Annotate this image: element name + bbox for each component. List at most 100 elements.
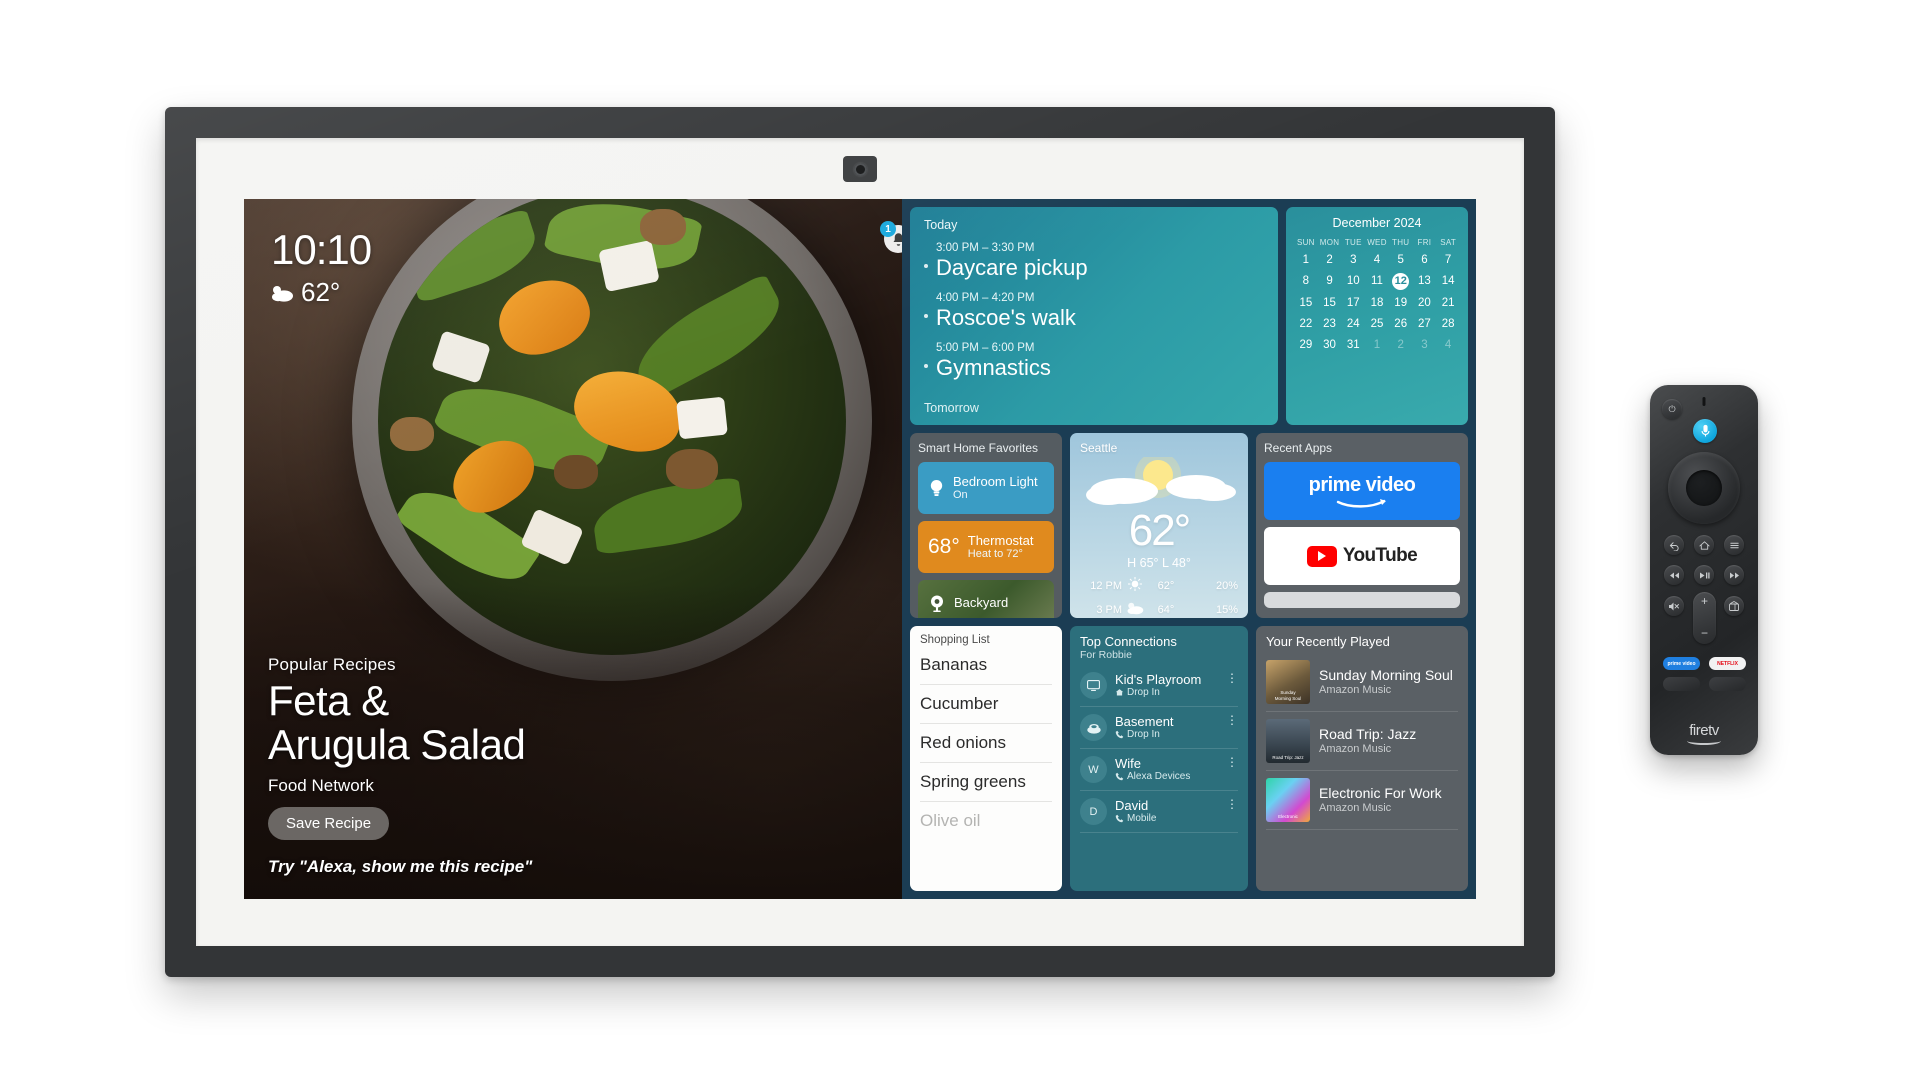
fast-forward-button[interactable] <box>1724 565 1744 585</box>
volume-up-button[interactable]: + <box>1701 594 1708 608</box>
calendar-day[interactable]: 5 <box>1389 252 1413 268</box>
recipe-info: Popular Recipes Feta & Arugula Salad Foo… <box>268 655 878 877</box>
recently-played-row[interactable]: Road Trip: Jazz Road Trip: Jazz Amazon M… <box>1266 712 1458 771</box>
home-button[interactable] <box>1694 535 1714 555</box>
calendar-day[interactable]: 27 <box>1413 316 1437 332</box>
shopping-list-item[interactable]: Bananas <box>920 646 1052 685</box>
connection-row[interactable]: Basement Drop In ⋮ <box>1080 707 1238 749</box>
play-pause-button[interactable] <box>1694 565 1714 585</box>
calendar-day[interactable]: 8 <box>1294 273 1318 290</box>
agenda-widget[interactable]: Today 3:00 PM – 3:30 PM Daycare pickup 4… <box>910 207 1278 425</box>
calendar-day[interactable]: 9 <box>1318 273 1342 290</box>
overflow-menu-icon[interactable]: ⋮ <box>1226 672 1238 684</box>
calendar-widget[interactable]: December 2024 SUN MON TUE WED THU FRI SAT 1 2 3 4 5… <box>1286 207 1468 425</box>
calendar-day[interactable]: 22 <box>1294 316 1318 332</box>
recipe-panel[interactable]: 10:10 62° 1 Popular Recipes Feta & Arugu… <box>244 199 902 899</box>
app-tile-prime-video[interactable]: prime video <box>1264 462 1460 520</box>
calendar-day[interactable]: 3 <box>1413 337 1437 353</box>
calendar-day[interactable]: 1 <box>1365 337 1389 353</box>
weather-widget[interactable]: Seattle 62° H 65° L 48° 12 PM 62° 20% 3 … <box>1070 433 1248 618</box>
agenda-event[interactable]: 3:00 PM – 3:30 PM Daycare pickup <box>924 242 1264 281</box>
volume-down-button[interactable]: − <box>1701 626 1708 640</box>
agenda-event[interactable]: 4:00 PM – 4:20 PM Roscoe's walk <box>924 292 1264 331</box>
dpad-navigation-ring[interactable] <box>1668 452 1740 524</box>
shopping-list-item[interactable]: Red onions <box>920 724 1052 763</box>
calendar-day[interactable]: 19 <box>1389 295 1413 311</box>
recently-played-row[interactable]: Electronic Electronic For Work Amazon Mu… <box>1266 771 1458 830</box>
calendar-day[interactable]: 23 <box>1318 316 1342 332</box>
shopping-list-item[interactable]: Olive oil <box>920 802 1052 840</box>
calendar-day[interactable]: 4 <box>1436 337 1460 353</box>
agenda-event[interactable]: 5:00 PM – 6:00 PM Gymnastics <box>924 342 1264 381</box>
calendar-day[interactable]: 4 <box>1365 252 1389 268</box>
volume-rocker[interactable]: + − <box>1693 592 1716 644</box>
rewind-button[interactable] <box>1664 565 1684 585</box>
calendar-day[interactable]: 7 <box>1436 252 1460 268</box>
shopping-list-widget[interactable]: Shopping List Bananas Cucumber Red onion… <box>910 626 1062 891</box>
calendar-day[interactable]: 6 <box>1413 252 1437 268</box>
calendar-day[interactable]: 1 <box>1294 252 1318 268</box>
calendar-day[interactable]: 3 <box>1341 252 1365 268</box>
smart-home-tile-bedroom-light[interactable]: Bedroom Light On <box>918 462 1054 514</box>
calendar-day[interactable]: 14 <box>1436 273 1460 290</box>
prime-video-shortcut[interactable]: prime video <box>1663 657 1700 670</box>
live-tv-button[interactable] <box>1724 596 1744 616</box>
calendar-day[interactable]: 20 <box>1413 295 1437 311</box>
calendar-day[interactable]: 31 <box>1341 337 1365 353</box>
thermostat-temperature: 68° <box>928 535 960 558</box>
notification-bell-icon[interactable]: 1 <box>880 221 902 253</box>
calendar-day[interactable]: 29 <box>1294 337 1318 353</box>
app-shortcut-blank-2[interactable] <box>1709 677 1746 691</box>
calendar-day[interactable]: 26 <box>1389 316 1413 332</box>
smart-home-widget[interactable]: Smart Home Favorites Bedroom Light On 68… <box>910 433 1062 618</box>
recipe-title: Feta & Arugula Salad <box>268 678 878 769</box>
calendar-day[interactable]: 15 <box>1294 295 1318 311</box>
netflix-shortcut[interactable]: NETFLIX <box>1709 657 1746 670</box>
calendar-dow-label: MON <box>1319 238 1340 247</box>
power-button[interactable]: ⏻ <box>1662 399 1682 419</box>
app-tile-youtube[interactable]: YouTube <box>1264 527 1460 585</box>
contact-initial-avatar: W <box>1080 756 1107 783</box>
top-connections-widget[interactable]: Top Connections For Robbie Kid's Playroo… <box>1070 626 1248 891</box>
voice-button[interactable] <box>1693 419 1717 443</box>
calendar-day[interactable]: 30 <box>1318 337 1342 353</box>
smart-home-tile-backyard-camera[interactable]: Backyard <box>918 580 1054 618</box>
calendar-day[interactable]: 12 <box>1389 273 1413 290</box>
calendar-day[interactable]: 18 <box>1365 295 1389 311</box>
save-recipe-button[interactable]: Save Recipe <box>268 807 390 840</box>
app-tile-partial[interactable] <box>1264 592 1460 608</box>
calendar-day[interactable]: 24 <box>1341 316 1365 332</box>
calendar-day[interactable]: 21 <box>1436 295 1460 311</box>
calendar-day[interactable]: 11 <box>1365 273 1389 290</box>
shopping-list-item[interactable]: Cucumber <box>920 685 1052 724</box>
calendar-day[interactable]: 17 <box>1341 295 1365 311</box>
select-button[interactable] <box>1686 470 1722 506</box>
smart-home-title: Smart Home Favorites <box>918 441 1039 455</box>
recipe-title-line2: Arugula Salad <box>268 721 526 769</box>
connection-row[interactable]: D David Mobile ⋮ <box>1080 791 1238 833</box>
connection-row[interactable]: Kid's Playroom Drop In ⋮ <box>1080 665 1238 707</box>
menu-button[interactable] <box>1724 535 1744 555</box>
overflow-menu-icon[interactable]: ⋮ <box>1226 798 1238 810</box>
shopping-list-item[interactable]: Spring greens <box>920 763 1052 802</box>
overflow-menu-icon[interactable]: ⋮ <box>1226 714 1238 726</box>
calendar-day[interactable]: 13 <box>1413 273 1437 290</box>
calendar-day[interactable]: 2 <box>1389 337 1413 353</box>
recent-apps-widget[interactable]: Recent Apps prime video YouTube <box>1256 433 1468 618</box>
calendar-day[interactable]: 28 <box>1436 316 1460 332</box>
smart-home-tile-thermostat[interactable]: 68° Thermostat Heat to 72° <box>918 521 1054 573</box>
mute-button[interactable] <box>1664 596 1684 616</box>
calendar-row: Today 3:00 PM – 3:30 PM Daycare pickup 4… <box>910 207 1468 425</box>
recently-played-widget[interactable]: Your Recently Played Sunday Morning Soul … <box>1256 626 1468 891</box>
calendar-day[interactable]: 25 <box>1365 316 1389 332</box>
youtube-play-icon <box>1306 545 1337 567</box>
recently-played-row[interactable]: Sunday Morning Soul Sunday Morning Soul A… <box>1266 653 1458 712</box>
overflow-menu-icon[interactable]: ⋮ <box>1226 756 1238 768</box>
app-shortcut-blank-1[interactable] <box>1663 677 1700 691</box>
partly-cloudy-icon <box>272 285 293 302</box>
calendar-day[interactable]: 15 <box>1318 295 1342 311</box>
connection-row[interactable]: W Wife Alexa Devices ⋮ <box>1080 749 1238 791</box>
calendar-day[interactable]: 2 <box>1318 252 1342 268</box>
calendar-day[interactable]: 10 <box>1341 273 1365 290</box>
back-button[interactable] <box>1664 535 1684 555</box>
